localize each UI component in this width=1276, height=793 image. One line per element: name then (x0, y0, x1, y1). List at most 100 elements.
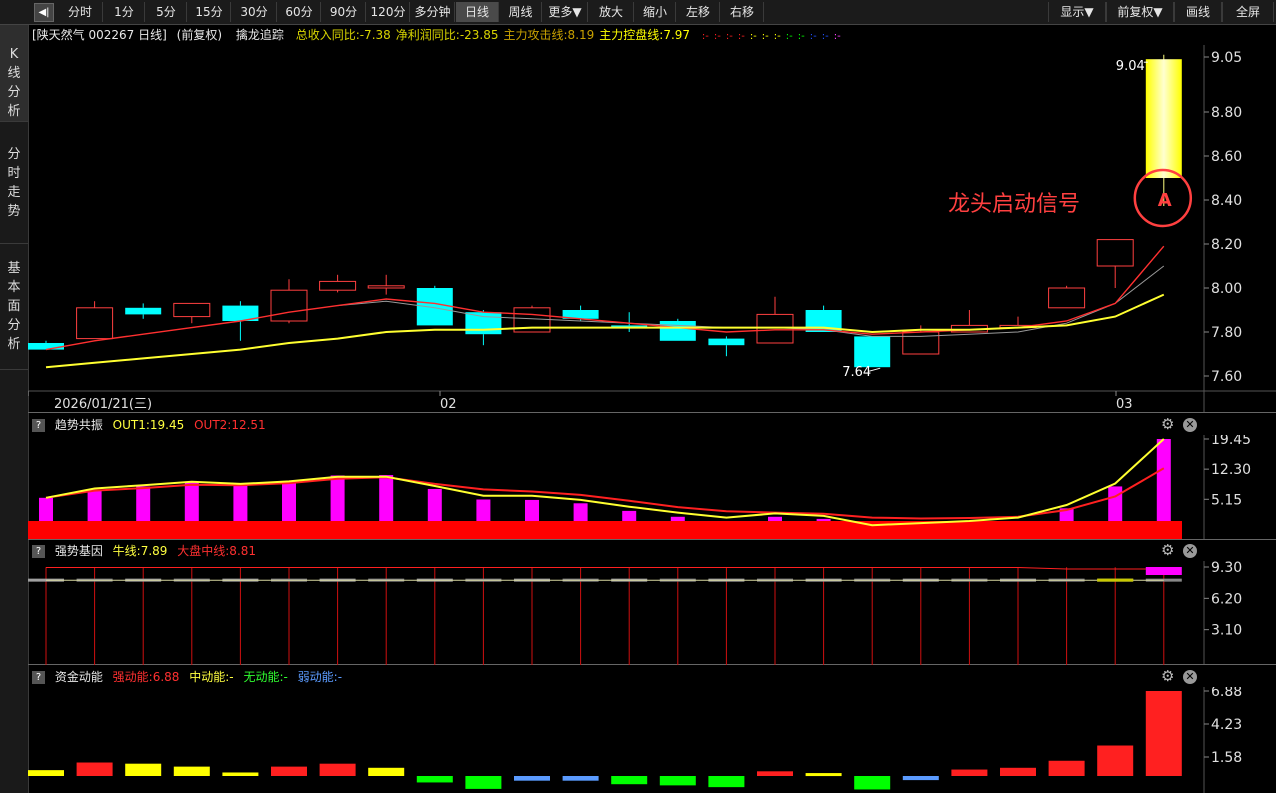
fund-bar (659, 776, 696, 786)
trend-out1-line (45, 438, 1165, 527)
price-tick-label: 8.20 (1211, 237, 1242, 253)
fund-bar (125, 763, 162, 776)
ma-line-slow (45, 293, 1165, 369)
toolbar-item-4[interactable]: 30分 (232, 2, 277, 22)
indicator-name[interactable]: 擒龙追踪 (236, 28, 284, 42)
nav-tab-2[interactable]: 基本面分析 (0, 245, 28, 370)
nav-tab-char: 分 (7, 147, 21, 162)
price-tick-label: 9.05 (1211, 50, 1242, 66)
gene-panel-title: 强势基因 (54, 544, 103, 558)
toolbar-item-3[interactable]: 15分 (188, 2, 231, 22)
nav-tab-char: 分 (7, 318, 21, 333)
gene-panel-header: ? 强势基因 牛线:7.89 大盘中线:8.81 (28, 541, 1204, 561)
nav-tab-1[interactable]: 分时走势 (0, 123, 28, 244)
date-label: 02 (440, 397, 457, 412)
toolbar-item-7[interactable]: 120分 (367, 2, 410, 22)
gear-icon[interactable]: ⚙ (1161, 667, 1174, 685)
toolbar-item-14[interactable]: 左移 (677, 2, 720, 22)
rocket-icon: A (1158, 190, 1172, 211)
indicator-dot-3: :- (737, 31, 745, 42)
trend-bar (427, 488, 442, 521)
signal-label: 龙头启动信号 (948, 192, 1080, 217)
candle-down (708, 338, 745, 346)
fund-bar (805, 773, 842, 777)
gene-tick-label: 9.30 (1211, 561, 1242, 576)
nav-tab-char: K (9, 47, 19, 62)
price-tick-label: 8.80 (1211, 105, 1242, 121)
toolbar-item-8[interactable]: 多分钟 (411, 2, 455, 22)
toolbar-item-9[interactable]: 日线 (456, 2, 499, 22)
fund-bar (28, 770, 64, 776)
fund-medium: 中动能:- (189, 670, 234, 684)
price-chart[interactable]: 9.05 8.80 8.60 8.40 8.20 8.00 7.80 7.60 9.04 7.64… (28, 45, 1276, 413)
min-price-label: 7.64 (842, 365, 871, 380)
fund-bar (368, 767, 405, 776)
nav-tab-char: 本 (7, 280, 21, 295)
gene-mid-line (46, 567, 1164, 570)
indicator-stat-0: 总收入同比:-7.38 (295, 28, 391, 42)
close-icon[interactable]: ✕ (1183, 544, 1197, 558)
toolbar-item-15[interactable]: 右移 (721, 2, 764, 22)
toolbar-item-11[interactable]: 更多▼ (543, 2, 588, 22)
indicator-stats: 总收入同比:-7.38 净利润同比:-23.85 主力攻击线:8.19 主力控盘线:7… (288, 28, 690, 42)
gene-panel-chart[interactable]: 9.30 6.20 3.10 (28, 561, 1276, 665)
gear-icon[interactable]: ⚙ (1161, 415, 1174, 433)
candle-down (659, 321, 696, 341)
price-tick-label: 8.60 (1211, 149, 1242, 165)
nav-tab-char: 基 (7, 261, 21, 276)
help-icon[interactable]: ? (32, 419, 45, 432)
fund-bar (562, 776, 599, 781)
toolbar-right-item-1[interactable]: 前复权▼ (1106, 2, 1174, 22)
fund-bar (902, 776, 939, 781)
indicator-dot-0: :- (701, 31, 709, 42)
toolbar-item-12[interactable]: 放大 (589, 2, 634, 22)
indicator-dot-2: :- (725, 31, 733, 42)
close-icon[interactable]: ✕ (1183, 670, 1197, 684)
trend-bar (330, 475, 345, 521)
trend-panel-chart[interactable]: 19.45 12.30 5.15 (28, 435, 1276, 540)
indicator-dot-5: :- (761, 31, 769, 42)
back-arrow-icon[interactable]: ◀| (34, 3, 54, 22)
trend-panel-title: 趋势共振 (54, 418, 103, 432)
nav-tab-0[interactable]: K线分析 (0, 25, 28, 122)
date-label: 03 (1116, 397, 1133, 412)
indicator-dots: :-:-:-:-:-:-:-:-:-:-:-:- (702, 31, 846, 42)
fund-bar (1145, 691, 1182, 776)
nav-tab-char: 分 (7, 85, 21, 100)
candle-down (465, 312, 502, 335)
toolbar-item-13[interactable]: 缩小 (635, 2, 676, 22)
help-icon[interactable]: ? (32, 545, 45, 558)
trend-tick-label: 12.30 (1211, 462, 1251, 478)
candle-up (756, 313, 794, 344)
candle-down (416, 288, 453, 326)
fund-tick-label: 1.58 (1211, 750, 1242, 766)
fund-bar (854, 776, 891, 790)
trend-bar (136, 486, 151, 521)
toolbar-right-item-3[interactable]: 全屏 (1222, 2, 1274, 22)
toolbar-right-item-2[interactable]: 画线 (1174, 2, 1222, 22)
toolbar-item-0[interactable]: 分时 (58, 2, 103, 22)
gene-magenta-bar (1145, 567, 1182, 575)
toolbar-item-6[interactable]: 90分 (322, 2, 366, 22)
price-tick-label: 7.60 (1211, 369, 1242, 385)
toolbar-item-1[interactable]: 1分 (104, 2, 145, 22)
gene-bull-line: 牛线:7.89 (112, 544, 168, 558)
toolbar-item-5[interactable]: 60分 (278, 2, 321, 22)
candle-up (173, 302, 211, 318)
gear-icon[interactable]: ⚙ (1161, 541, 1174, 559)
indicator-stat-2: 主力攻击线:8.19 (503, 28, 595, 42)
toolbar-right-item-0[interactable]: 显示▼ (1048, 2, 1106, 22)
fund-panel-chart[interactable]: 6.88 4.23 1.58 (28, 687, 1276, 793)
close-icon[interactable]: ✕ (1183, 418, 1197, 432)
trend-bar (768, 516, 782, 521)
trend-bar (622, 510, 637, 521)
help-icon[interactable]: ? (32, 671, 45, 684)
trend-panel-header: ? 趋势共振 OUT1:19.45 OUT2:12.51 (28, 415, 1204, 435)
nav-tab-char: 析 (7, 337, 21, 352)
toolbar-item-10[interactable]: 周线 (500, 2, 542, 22)
fund-tick-label: 4.23 (1211, 717, 1242, 733)
fund-bar (951, 769, 988, 776)
left-nav: K线分析分时走势基本面分析 (0, 25, 29, 793)
nav-tab-char: 时 (7, 166, 21, 181)
toolbar-item-2[interactable]: 5分 (146, 2, 187, 22)
